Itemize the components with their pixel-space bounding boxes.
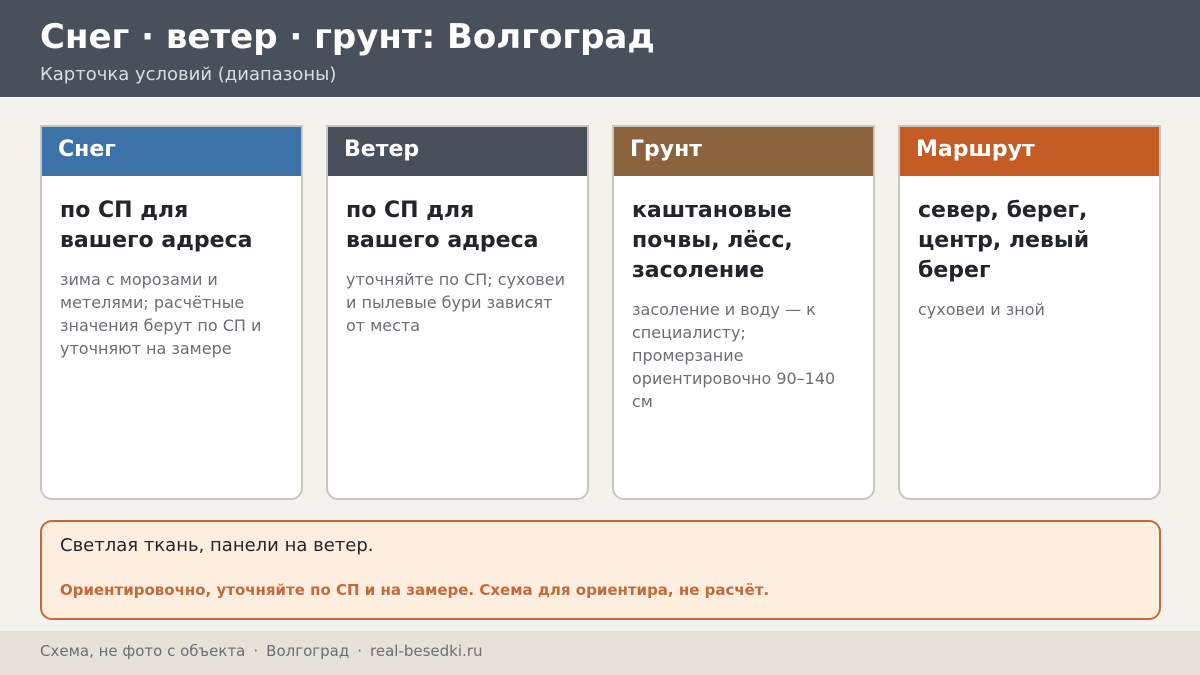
- footer: Схема, не фото с объекта · Волгоград · real-…: [0, 631, 1200, 675]
- card-snow-body: по СП для вашего адреса зима с морозами …: [42, 176, 301, 360]
- footer-separator: ·: [357, 642, 363, 660]
- card-route-body: север, берег, центр, левый берег суховеи…: [900, 176, 1159, 321]
- card-snow-note: зима с морозами и метелями; расчётные зн…: [60, 270, 262, 358]
- card-route: Маршрут север, берег, центр, левый берег…: [898, 125, 1161, 500]
- card-route-title: Маршрут: [900, 127, 1159, 176]
- card-wind-body: по СП для вашего адреса уточняйте по СП;…: [328, 176, 587, 337]
- card-snow-title: Снег: [42, 127, 301, 176]
- card-route-value: север, берег, центр, левый берег: [918, 198, 1090, 283]
- header: Снег · ветер · грунт: Волгоград Карточка…: [0, 0, 1200, 97]
- card-soil-title: Грунт: [614, 127, 873, 176]
- footer-note: Схема, не фото с объекта: [40, 642, 246, 660]
- card-soil: Грунт каштановые почвы, лёсс, засоление …: [612, 125, 875, 500]
- page-subtitle: Карточка условий (диапазоны): [40, 64, 337, 85]
- card-wind: Ветер по СП для вашего адреса уточняйте …: [326, 125, 589, 500]
- card-soil-note: засоление и воду — к специалисту; промер…: [632, 300, 836, 411]
- card-soil-body: каштановые почвы, лёсс, засоление засоле…: [614, 176, 873, 413]
- page-title: Снег · ветер · грунт: Волгоград: [40, 17, 655, 57]
- condition-cards: Снег по СП для вашего адреса зима с моро…: [40, 125, 1161, 500]
- card-wind-value: по СП для вашего адреса: [346, 198, 539, 253]
- card-snow: Снег по СП для вашего адреса зима с моро…: [40, 125, 303, 500]
- card-wind-title: Ветер: [328, 127, 587, 176]
- card-snow-value: по СП для вашего адреса: [60, 198, 253, 253]
- recommendation-text: Светлая ткань, панели на ветер.: [60, 535, 374, 556]
- card-route-note: суховеи и зной: [918, 300, 1045, 319]
- footer-site-link[interactable]: real-besedki.ru: [370, 642, 482, 660]
- footer-separator: ·: [253, 642, 259, 660]
- disclaimer-text: Ориентировочно, уточняйте по СП и на зам…: [60, 581, 770, 599]
- card-wind-note: уточняйте по СП; суховеи и пылевые бури …: [346, 270, 565, 335]
- card-soil-value: каштановые почвы, лёсс, засоление: [632, 198, 793, 283]
- recommendation-box: Светлая ткань, панели на ветер. Ориентир…: [40, 520, 1161, 620]
- footer-city: Волгоград: [266, 642, 350, 660]
